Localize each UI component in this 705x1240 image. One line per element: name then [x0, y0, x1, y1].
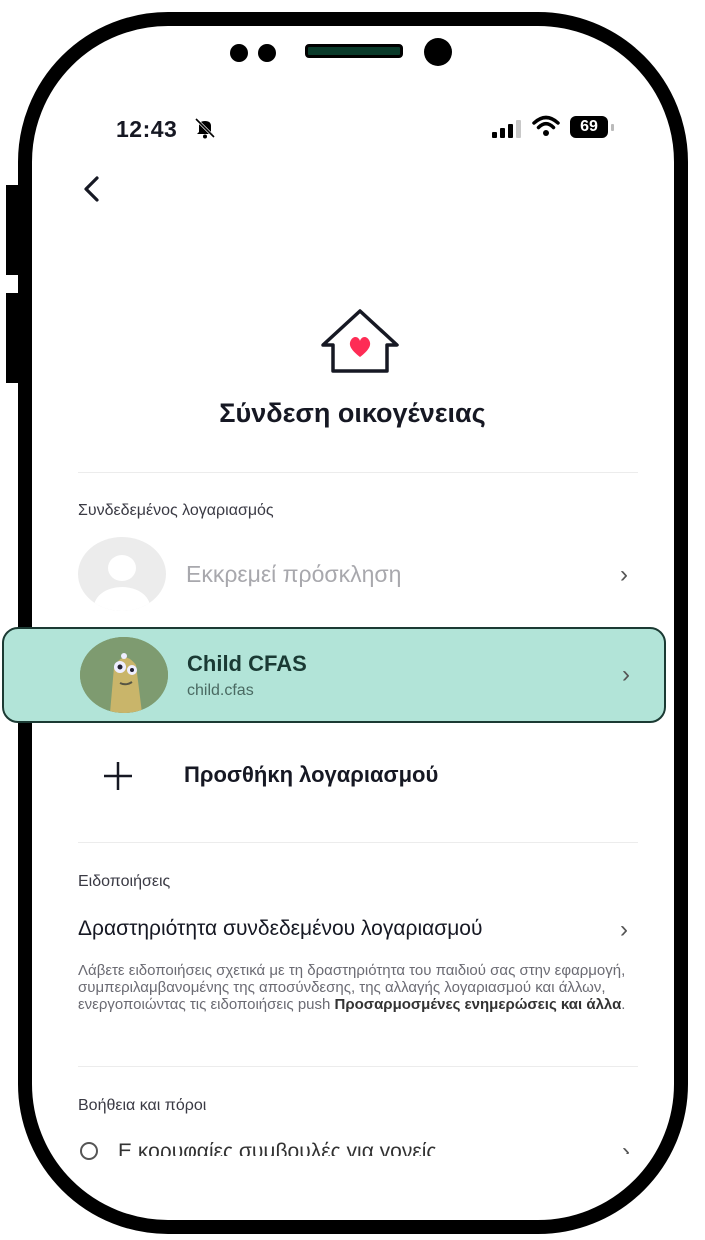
parent-tips-item[interactable]: Ε κορυφαίες συμβουλές για γονείς [118, 1140, 437, 1156]
child-account-row[interactable]: Child CFAS child.cfas › [2, 627, 666, 723]
pending-invite-label: Εκκρεμεί πρόσκληση [186, 561, 402, 587]
back-icon[interactable] [78, 172, 106, 206]
signal-icon [492, 120, 521, 138]
phone-frame [18, 12, 688, 1234]
silent-bell-icon [194, 117, 216, 139]
chevron-right-icon: › [622, 661, 630, 688]
battery-icon: 69 [570, 116, 608, 138]
child-username: child.cfas [187, 682, 254, 699]
wifi-icon [532, 115, 560, 136]
battery-tip [611, 124, 614, 131]
volume-down-button [6, 293, 18, 383]
divider [78, 1066, 638, 1067]
notifications-section-label: Ειδοποιήσεις [78, 873, 171, 890]
tips-icon [80, 1142, 98, 1160]
family-house-heart-icon [321, 309, 399, 373]
add-account-button[interactable]: Προσθήκη λογαριασμού [100, 752, 640, 796]
divider [78, 472, 638, 473]
volume-up-button [6, 185, 18, 275]
status-time: 12:43 [116, 116, 178, 142]
chevron-right-icon: › [620, 561, 628, 588]
avatar [80, 637, 168, 713]
help-section-label: Βοήθεια και πόροι [78, 1097, 207, 1114]
pending-invite-row[interactable]: Εκκρεμεί πρόσκληση › [78, 537, 638, 613]
camera-dot-1 [230, 44, 248, 62]
notifications-description: Λάβετε ειδοποιήσεις σχετικά με τη δραστη… [78, 962, 626, 1013]
custom-updates-link[interactable]: Προσαρμοσμένες ενημερώσεις και άλλα [335, 996, 622, 1013]
add-account-label: Προσθήκη λογαριασμού [184, 762, 439, 787]
speaker-grill [305, 44, 403, 58]
chevron-right-icon: › [620, 916, 628, 943]
plus-icon [104, 762, 132, 790]
linked-account-section-label: Συνδεδεμένος λογαριασμός [78, 502, 274, 519]
chevron-right-icon: › [622, 1138, 630, 1154]
divider [78, 842, 638, 843]
page-title: Σύνδεση οικογένειας [219, 398, 486, 428]
child-name: Child CFAS [187, 651, 307, 676]
camera-dot-2 [258, 44, 276, 62]
linked-account-activity-item[interactable]: Δραστηριότητα συνδεδεμένου λογαριασμού [78, 917, 482, 941]
front-camera [424, 38, 452, 66]
placeholder-avatar [78, 537, 166, 611]
